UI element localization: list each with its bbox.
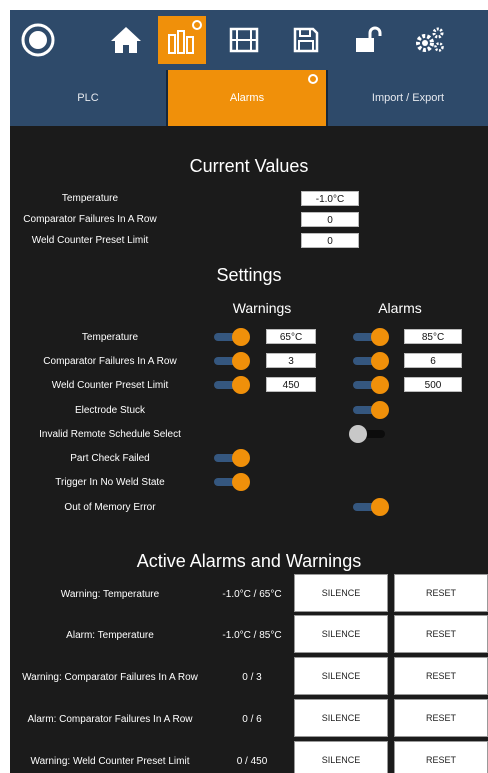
save-button[interactable]	[282, 16, 330, 64]
alarm-invalid-remote-toggle[interactable]	[349, 425, 389, 443]
current-values-title: Current Values	[189, 156, 309, 176]
current-comparator-value: 0	[301, 212, 359, 227]
tab-alarms[interactable]: Alarms	[168, 70, 326, 126]
settings-button[interactable]	[406, 16, 454, 64]
active-alarm-label: Alarm: Comparator Failures In A Row	[27, 713, 193, 725]
circle-logo-icon	[21, 23, 55, 57]
current-temperature-value: -1.0°C	[301, 191, 359, 206]
tab-plc[interactable]: PLC	[10, 70, 166, 126]
setting-out-of-memory-label: Out of Memory Error	[64, 502, 156, 513]
charts-button[interactable]	[158, 16, 206, 64]
notification-badge-icon	[308, 74, 318, 84]
setting-invalid-remote-label: Invalid Remote Schedule Select	[39, 429, 181, 440]
alarm-comparator-input[interactable]: 6	[404, 353, 462, 368]
silence-button[interactable]: SILENCE	[294, 741, 388, 773]
setting-trigger-no-weld-label: Trigger In No Weld State	[55, 477, 165, 488]
setting-part-check-label: Part Check Failed	[70, 453, 150, 464]
alarms-column-header: Alarms	[378, 300, 422, 316]
active-alarm-label: Alarm: Temperature	[66, 629, 154, 641]
warning-weld-counter-toggle[interactable]	[210, 376, 250, 394]
tab-label: PLC	[77, 92, 99, 104]
reset-button[interactable]: RESET	[394, 741, 488, 773]
top-toolbar	[10, 10, 488, 70]
reset-button[interactable]: RESET	[394, 615, 488, 653]
reset-button[interactable]: RESET	[394, 574, 488, 612]
active-alarm-value: 0 / 3	[242, 671, 262, 683]
active-alarm-value: -1.0°C / 65°C	[222, 588, 282, 600]
save-icon	[293, 27, 319, 53]
tab-label: Alarms	[229, 92, 265, 104]
tab-import-export[interactable]: Import / Export	[328, 70, 488, 126]
warnings-column-header: Warnings	[232, 300, 292, 316]
warning-part-check-toggle[interactable]	[210, 449, 250, 467]
film-button[interactable]	[220, 16, 268, 64]
table-row: Alarm: Comparator Failures In A Row 0 / …	[10, 699, 488, 739]
alarm-temperature-input[interactable]: 85°C	[404, 329, 462, 344]
warning-trigger-no-weld-toggle[interactable]	[210, 473, 250, 491]
film-icon	[229, 27, 259, 53]
lock-button[interactable]	[344, 16, 392, 64]
alarm-weld-counter-input[interactable]: 500	[404, 377, 462, 392]
alarm-temperature-toggle[interactable]	[349, 328, 389, 346]
current-comparator-label: Comparator Failures In A Row	[23, 214, 157, 225]
alarm-comparator-toggle[interactable]	[349, 352, 389, 370]
alarms-screen: PLC Alarms Import / Export Current Value…	[10, 10, 488, 773]
warning-comparator-toggle[interactable]	[210, 352, 250, 370]
current-weld-counter-value: 0	[301, 233, 359, 248]
warning-temperature-toggle[interactable]	[210, 328, 250, 346]
active-alarms-title: Active Alarms and Warnings	[136, 551, 362, 571]
silence-button[interactable]: SILENCE	[294, 657, 388, 695]
lock-icon	[356, 26, 382, 52]
silence-button[interactable]: SILENCE	[294, 574, 388, 612]
gears-icon	[416, 27, 444, 52]
alarm-electrode-stuck-toggle[interactable]	[349, 401, 389, 419]
notification-badge-icon	[192, 20, 202, 30]
table-row: Alarm: Temperature -1.0°C / 85°C SILENCE…	[10, 615, 488, 655]
active-alarm-label: Warning: Comparator Failures In A Row	[22, 671, 198, 683]
current-temperature-label: Temperature	[61, 193, 119, 204]
active-alarm-value: 0 / 6	[242, 713, 262, 725]
setting-electrode-stuck-label: Electrode Stuck	[74, 405, 146, 416]
alarm-out-of-memory-toggle[interactable]	[349, 498, 389, 516]
setting-comparator-label: Comparator Failures In A Row	[43, 356, 177, 367]
active-alarm-value: 0 / 450	[236, 755, 268, 767]
table-row: Warning: Temperature -1.0°C / 65°C SILEN…	[10, 574, 488, 614]
tab-label: Import / Export	[371, 92, 445, 104]
table-row: Warning: Weld Counter Preset Limit 0 / 4…	[10, 741, 488, 773]
active-alarm-value: -1.0°C / 85°C	[222, 629, 282, 641]
warning-comparator-input[interactable]: 3	[266, 353, 316, 368]
reset-button[interactable]: RESET	[394, 699, 488, 737]
current-weld-counter-label: Weld Counter Preset Limit	[31, 235, 149, 246]
active-alarm-label: Warning: Weld Counter Preset Limit	[30, 755, 190, 767]
home-icon	[111, 27, 141, 53]
reset-button[interactable]: RESET	[394, 657, 488, 695]
active-alarm-label: Warning: Temperature	[60, 588, 160, 600]
circle-logo-button[interactable]	[14, 16, 62, 64]
warning-weld-counter-input[interactable]: 450	[266, 377, 316, 392]
settings-title: Settings	[216, 265, 282, 285]
home-button[interactable]	[102, 16, 150, 64]
alarm-weld-counter-toggle[interactable]	[349, 376, 389, 394]
tab-bar: PLC Alarms Import / Export	[10, 70, 488, 126]
setting-weld-counter-label: Weld Counter Preset Limit	[51, 380, 169, 391]
warning-temperature-input[interactable]: 65°C	[266, 329, 316, 344]
table-row: Warning: Comparator Failures In A Row 0 …	[10, 657, 488, 697]
setting-temperature-label: Temperature	[81, 332, 139, 343]
silence-button[interactable]: SILENCE	[294, 615, 388, 653]
silence-button[interactable]: SILENCE	[294, 699, 388, 737]
